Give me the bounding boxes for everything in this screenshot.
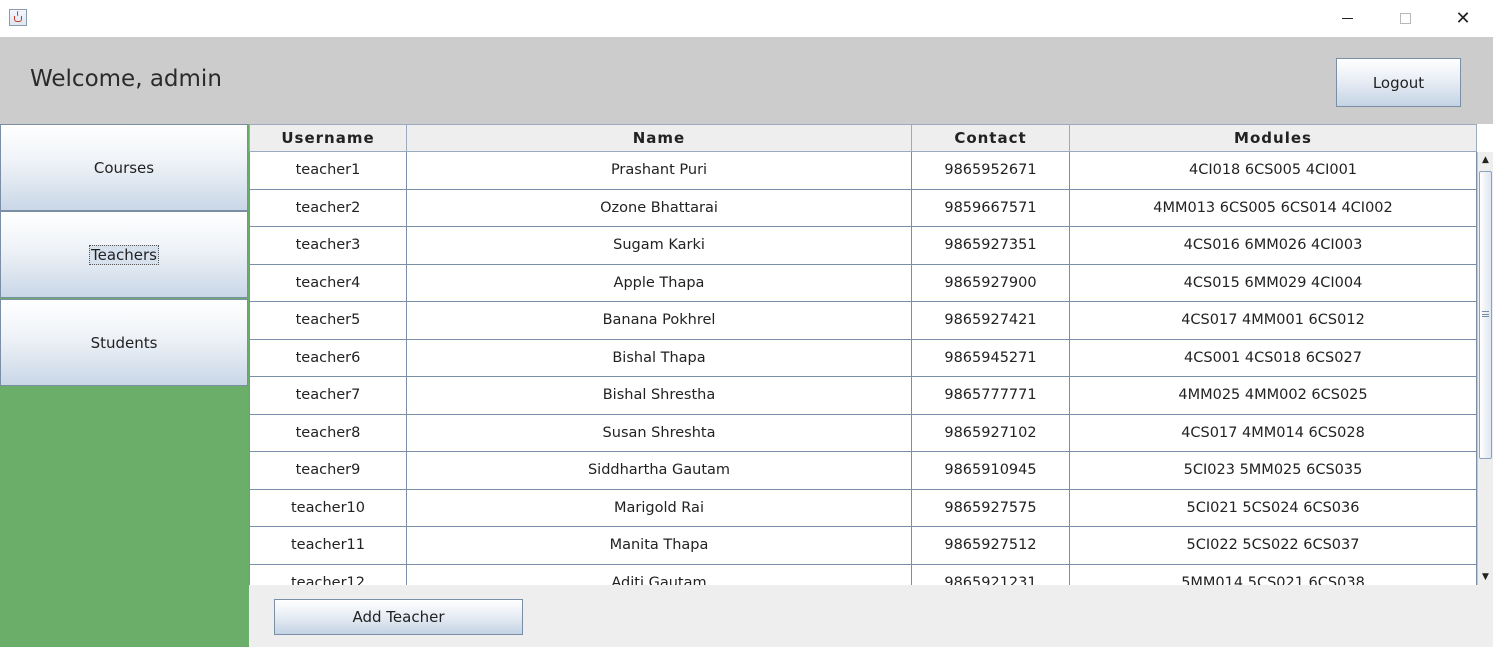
scroll-up-icon[interactable]: ▲: [1478, 152, 1493, 168]
sidebar-item-label: Teachers: [89, 244, 159, 265]
column-header-modules[interactable]: Modules: [1070, 124, 1477, 152]
sidebar-item-label: Students: [90, 333, 158, 352]
minimize-button[interactable]: [1318, 0, 1376, 37]
cell-name[interactable]: Manita Thapa: [407, 527, 912, 565]
table-row[interactable]: teacher11 Manita Thapa 9865927512 5CI022…: [249, 527, 1477, 565]
cell-username[interactable]: teacher5: [249, 302, 407, 340]
table-row[interactable]: teacher9 Siddhartha Gautam 9865910945 5C…: [249, 452, 1477, 490]
cell-username[interactable]: teacher3: [249, 227, 407, 265]
cell-name[interactable]: Banana Pokhrel: [407, 302, 912, 340]
grip-icon: [1482, 311, 1489, 317]
cell-modules[interactable]: 4MM025 4MM002 6CS025: [1070, 377, 1477, 415]
cell-modules[interactable]: 5MM014 5CS021 6CS038: [1070, 564, 1477, 585]
cell-contact[interactable]: 9865777771: [912, 377, 1070, 415]
column-header-username[interactable]: Username: [249, 124, 407, 152]
table-row[interactable]: teacher8 Susan Shreshta 9865927102 4CS01…: [249, 414, 1477, 452]
cell-modules[interactable]: 4CS015 6MM029 4CI004: [1070, 264, 1477, 302]
footer-bar: Add Teacher: [249, 585, 1493, 647]
cell-modules[interactable]: 4MM013 6CS005 6CS014 4CI002: [1070, 189, 1477, 227]
cell-modules[interactable]: 5CI023 5MM025 6CS035: [1070, 452, 1477, 490]
cell-contact[interactable]: 9865927575: [912, 489, 1070, 527]
cell-name[interactable]: Bishal Shrestha: [407, 377, 912, 415]
table-row[interactable]: teacher2 Ozone Bhattarai 9859667571 4MM0…: [249, 189, 1477, 227]
cell-contact[interactable]: 9865952671: [912, 152, 1070, 190]
table-row[interactable]: teacher4 Apple Thapa 9865927900 4CS015 6…: [249, 264, 1477, 302]
cell-username[interactable]: teacher8: [249, 414, 407, 452]
add-teacher-button[interactable]: Add Teacher: [274, 599, 523, 635]
cell-modules[interactable]: 5CI021 5CS024 6CS036: [1070, 489, 1477, 527]
sidebar-item-students[interactable]: Students: [0, 299, 248, 386]
cell-contact[interactable]: 9865945271: [912, 339, 1070, 377]
table-scrollbar[interactable]: ▲ ▼: [1477, 152, 1493, 585]
maximize-button[interactable]: [1376, 0, 1434, 37]
cell-modules[interactable]: 4CS016 6MM026 4CI003: [1070, 227, 1477, 265]
cell-username[interactable]: teacher1: [249, 152, 407, 190]
maximize-icon: [1399, 13, 1411, 24]
table-row[interactable]: teacher7 Bishal Shrestha 9865777771 4MM0…: [249, 377, 1477, 415]
table-row[interactable]: teacher1 Prashant Puri 9865952671 4CI018…: [249, 152, 1477, 190]
cell-username[interactable]: teacher11: [249, 527, 407, 565]
table-row[interactable]: teacher3 Sugam Karki 9865927351 4CS016 6…: [249, 227, 1477, 265]
welcome-text: Welcome, admin: [30, 66, 222, 92]
minimize-icon: [1341, 18, 1353, 19]
cell-contact[interactable]: 9865927351: [912, 227, 1070, 265]
app-window: ✕ Welcome, admin Logout Courses Teachers…: [0, 0, 1493, 647]
cell-contact[interactable]: 9865910945: [912, 452, 1070, 490]
cell-modules[interactable]: 4CS001 4CS018 6CS027: [1070, 339, 1477, 377]
cell-name[interactable]: Susan Shreshta: [407, 414, 912, 452]
column-header-name[interactable]: Name: [407, 124, 912, 152]
cell-username[interactable]: teacher12: [249, 564, 407, 585]
sidebar-item-courses[interactable]: Courses: [0, 124, 248, 211]
cell-name[interactable]: Sugam Karki: [407, 227, 912, 265]
cell-modules[interactable]: 4CI018 6CS005 4CI001: [1070, 152, 1477, 190]
cell-username[interactable]: teacher10: [249, 489, 407, 527]
table-row[interactable]: teacher10 Marigold Rai 9865927575 5CI021…: [249, 489, 1477, 527]
cell-contact[interactable]: 9859667571: [912, 189, 1070, 227]
cell-name[interactable]: Bishal Thapa: [407, 339, 912, 377]
cell-modules[interactable]: 4CS017 4MM001 6CS012: [1070, 302, 1477, 340]
cell-name[interactable]: Aditi Gautam: [407, 564, 912, 585]
table-header: Username Name Contact Modules: [249, 124, 1477, 152]
cell-contact[interactable]: 9865927102: [912, 414, 1070, 452]
header-bar: Welcome, admin Logout: [0, 37, 1493, 124]
cell-name[interactable]: Apple Thapa: [407, 264, 912, 302]
cell-username[interactable]: teacher4: [249, 264, 407, 302]
close-button[interactable]: ✕: [1434, 0, 1492, 37]
cell-username[interactable]: teacher2: [249, 189, 407, 227]
cell-name[interactable]: Prashant Puri: [407, 152, 912, 190]
scrollbar-thumb[interactable]: [1479, 171, 1492, 459]
cell-name[interactable]: Siddhartha Gautam: [407, 452, 912, 490]
cell-contact[interactable]: 9865927900: [912, 264, 1070, 302]
cell-username[interactable]: teacher6: [249, 339, 407, 377]
logout-button[interactable]: Logout: [1336, 58, 1461, 107]
cell-username[interactable]: teacher9: [249, 452, 407, 490]
sidebar-item-label: Courses: [93, 158, 155, 177]
cell-modules[interactable]: 5CI022 5CS022 6CS037: [1070, 527, 1477, 565]
cell-contact[interactable]: 9865921231: [912, 564, 1070, 585]
column-header-contact[interactable]: Contact: [912, 124, 1070, 152]
cell-contact[interactable]: 9865927421: [912, 302, 1070, 340]
sidebar: Courses Teachers Students: [0, 124, 249, 647]
sidebar-item-teachers[interactable]: Teachers: [0, 211, 248, 298]
table-body: teacher1 Prashant Puri 9865952671 4CI018…: [249, 152, 1477, 585]
java-cup-icon: [9, 9, 27, 26]
cell-username[interactable]: teacher7: [249, 377, 407, 415]
table-row[interactable]: teacher6 Bishal Thapa 9865945271 4CS001 …: [249, 339, 1477, 377]
table-row[interactable]: teacher12 Aditi Gautam 9865921231 5MM014…: [249, 564, 1477, 585]
cell-name[interactable]: Ozone Bhattarai: [407, 189, 912, 227]
teachers-table: Username Name Contact Modules teacher1 P…: [249, 124, 1493, 585]
scroll-down-icon[interactable]: ▼: [1478, 569, 1493, 585]
title-bar: ✕: [0, 0, 1493, 37]
table-row[interactable]: teacher5 Banana Pokhrel 9865927421 4CS01…: [249, 302, 1477, 340]
cell-name[interactable]: Marigold Rai: [407, 489, 912, 527]
cell-modules[interactable]: 4CS017 4MM014 6CS028: [1070, 414, 1477, 452]
cell-contact[interactable]: 9865927512: [912, 527, 1070, 565]
close-icon: ✕: [1455, 7, 1471, 29]
